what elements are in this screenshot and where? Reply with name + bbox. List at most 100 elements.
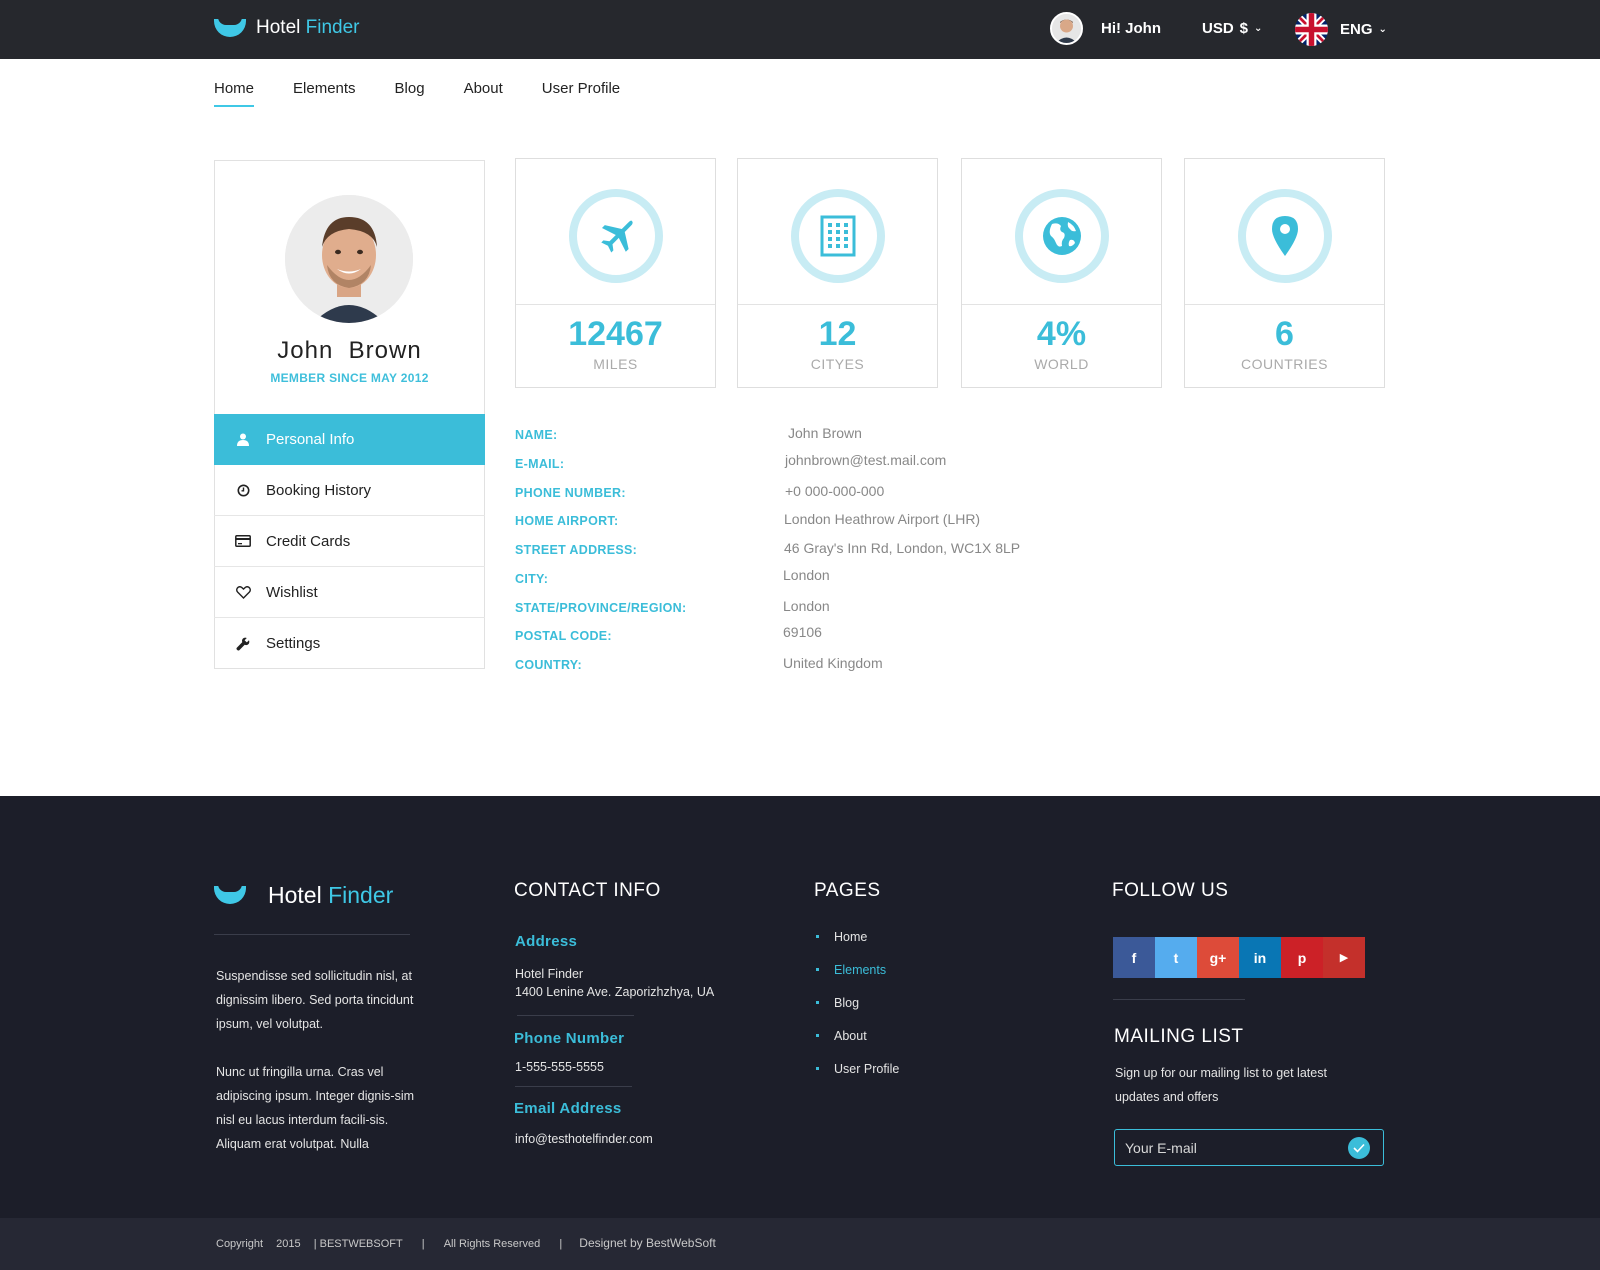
menu-settings[interactable]: Settings [214, 618, 485, 669]
nav-home[interactable]: Home [214, 80, 255, 107]
footer-link-home[interactable]: Home [816, 930, 899, 963]
uk-flag-icon[interactable] [1295, 13, 1328, 46]
copyright-bar: Copyright 2015 | BESTWEBSOFT | All Right… [0, 1218, 1600, 1270]
logo-mark-icon [214, 17, 246, 39]
linkedin-icon[interactable]: in [1239, 937, 1281, 978]
email-value[interactable]: info@testhotelfinder.com [515, 1132, 653, 1146]
youtube-icon[interactable]: ▶ [1323, 937, 1365, 978]
footer-link-blog[interactable]: Blog [816, 996, 899, 1029]
pages-list: Home Elements Blog About User Profile [816, 930, 899, 1095]
info-value: 69106 [783, 624, 822, 641]
globe-graphic [1043, 217, 1081, 255]
brand-name-part1: Hotel [256, 17, 301, 38]
address-label: Address [515, 933, 578, 950]
nav-blog[interactable]: Blog [395, 80, 425, 104]
info-label: COUNTRY: [515, 658, 582, 672]
profile-last-name: Brown [348, 337, 422, 364]
brand-logo[interactable]: Hotel Finder [214, 17, 360, 39]
profile-avatar [285, 195, 413, 323]
info-value: London [783, 597, 830, 614]
social-links: f t g+ in p ▶ [1113, 937, 1365, 978]
copyright-label: Copyright [216, 1238, 264, 1250]
profile-card: John Brown MEMBER SINCE MAY 2012 Persona… [214, 160, 485, 669]
footer-divider [214, 934, 410, 935]
stat-value: 4% [1036, 315, 1087, 353]
language-code: ENG [1340, 21, 1373, 38]
footer-link-elements[interactable]: Elements [816, 963, 899, 996]
google-plus-icon[interactable]: g+ [1197, 937, 1239, 978]
nav-user-profile[interactable]: User Profile [542, 80, 620, 104]
footer-link-user-profile[interactable]: User Profile [816, 1062, 899, 1095]
user-greeting[interactable]: Hi! John [1101, 20, 1161, 37]
copyright-designer[interactable]: Designet by BestWebSoft [579, 1236, 716, 1250]
brand-name-part1: Hotel [268, 882, 322, 908]
info-label: POSTAL CODE: [515, 629, 612, 644]
stat-value: 6 [1275, 315, 1294, 353]
phone-value[interactable]: 1-555-555-5555 [515, 1060, 604, 1074]
stat-label: COUNTRIES [1241, 356, 1328, 372]
phone-label: Phone Number [514, 1030, 625, 1047]
copyright-separator: | [421, 1238, 425, 1250]
mailing-email-input[interactable] [1125, 1138, 1345, 1158]
plane-graphic [601, 220, 633, 253]
footer-link-about[interactable]: About [816, 1029, 899, 1062]
currency-selector[interactable]: USD $ ⌄ [1202, 20, 1262, 37]
follow-heading: FOLLOW US [1112, 880, 1229, 901]
profile-menu: Personal Info Booking History Credit Car… [214, 414, 485, 669]
building-graphic [820, 215, 856, 257]
language-selector[interactable]: ENG ⌄ [1340, 21, 1387, 38]
user-avatar[interactable] [1050, 12, 1083, 45]
heart-icon [234, 583, 252, 601]
map-pin-icon [1238, 189, 1332, 283]
email-label: Email Address [514, 1100, 622, 1117]
nav-about[interactable]: About [464, 80, 503, 104]
footer-about-text-2: Nunc ut fringilla urna. Cras vel adipisc… [216, 1065, 415, 1151]
info-value: John Brown [788, 425, 862, 441]
copyright-company: | BESTWEBSOFT [313, 1238, 403, 1250]
credit-card-icon [234, 532, 252, 550]
mailing-submit-button[interactable] [1348, 1137, 1370, 1159]
main-nav: Home Elements Blog About User Profile [214, 80, 659, 107]
menu-wishlist[interactable]: Wishlist [214, 567, 485, 618]
nav-elements[interactable]: Elements [293, 80, 356, 104]
copyright-year: 2015 [276, 1238, 301, 1250]
currency-code: USD [1202, 20, 1234, 37]
stat-value: 12 [818, 315, 857, 353]
copyright-text: Copyright 2015 | BESTWEBSOFT | All Right… [216, 1236, 726, 1250]
stat-card-cities: 12 CITYES [737, 158, 938, 388]
stat-label: CITYES [810, 356, 865, 372]
facebook-icon[interactable]: f [1113, 937, 1155, 978]
info-value: 46 Gray's Inn Rd, London, WC1X 8LP [784, 540, 1021, 556]
info-value: johnbrown@test.mail.com [785, 451, 947, 468]
footer-divider [517, 1015, 634, 1016]
stat-label: WORLD [1034, 356, 1089, 372]
profile-photo-icon [285, 195, 413, 323]
pinterest-icon[interactable]: p [1281, 937, 1323, 978]
stat-icon-area [1185, 159, 1384, 305]
uk-flag-graphic [1295, 13, 1328, 46]
brand-name-part2: Finder [305, 17, 360, 38]
menu-personal-info[interactable]: Personal Info [214, 414, 485, 465]
menu-label: Settings [266, 635, 321, 652]
stat-card-world: 4% WORLD [961, 158, 1162, 388]
footer: Hotel Finder Suspendisse sed sollicitudi… [0, 796, 1600, 1218]
top-bar: Hotel Finder Hi! John USD $ ⌄ ENG ⌄ [0, 0, 1600, 59]
copyright-rights: All Rights Reserved [443, 1238, 541, 1250]
member-since: MEMBER SINCE MAY 2012 [270, 371, 429, 385]
info-label: STATE/PROVINCE/REGION: [515, 600, 687, 615]
info-value: London Heathrow Airport (LHR) [784, 511, 981, 528]
info-label: PHONE NUMBER: [515, 485, 626, 500]
pages-heading: PAGES [814, 880, 881, 901]
info-label: E-MAIL: [515, 456, 565, 471]
info-value: United Kingdom [783, 655, 883, 671]
profile-name: John Brown [215, 337, 484, 365]
stat-value: 12467 [568, 315, 663, 353]
stat-icon-area [516, 159, 715, 305]
menu-label: Wishlist [266, 583, 318, 601]
menu-booking-history[interactable]: Booking History [214, 465, 485, 516]
globe-icon [1015, 189, 1109, 283]
footer-logo[interactable]: Hotel Finder [214, 882, 393, 909]
contact-heading: CONTACT INFO [514, 880, 661, 901]
menu-credit-cards[interactable]: Credit Cards [214, 516, 485, 567]
twitter-icon[interactable]: t [1155, 937, 1197, 978]
